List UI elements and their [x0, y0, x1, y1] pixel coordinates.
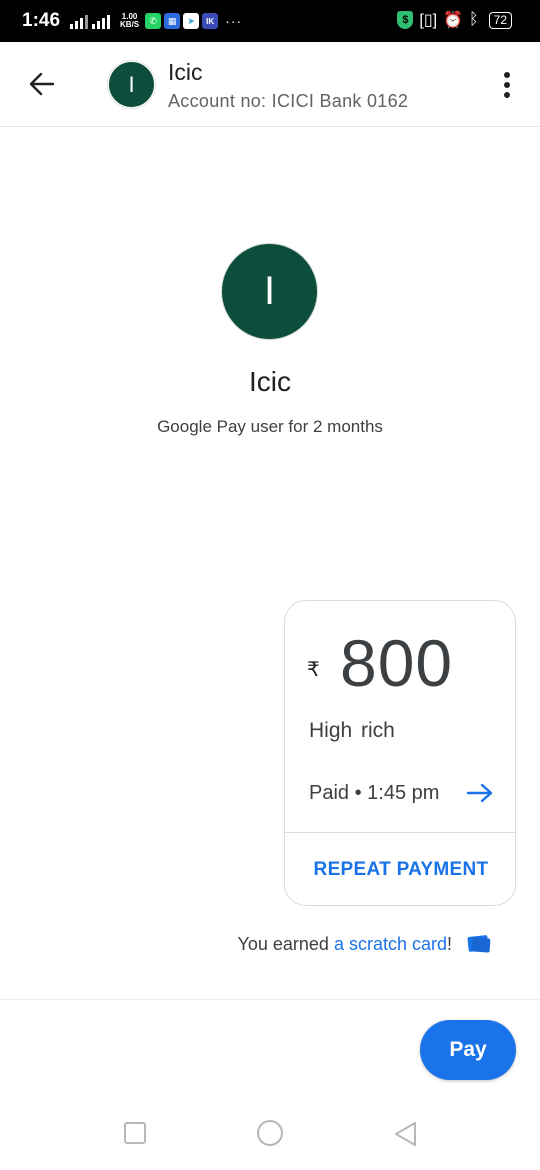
payment-status: Paid • 1:45 pm [309, 782, 440, 804]
signal-icon [70, 13, 89, 29]
bottom-divider [0, 999, 540, 1000]
payment-card[interactable]: ₹ 800 High rich Paid • 1:45 pm REPEAT PA… [284, 600, 516, 906]
vibrate-icon: [▯] [419, 12, 438, 29]
repeat-payment-button[interactable]: REPEAT PAYMENT [285, 833, 515, 905]
scratch-card-icon[interactable] [466, 933, 492, 955]
scratch-prefix: You earned [237, 933, 329, 954]
back-button[interactable] [22, 64, 62, 104]
profile-name: Icic [249, 366, 291, 397]
header-avatar[interactable]: I [108, 61, 155, 108]
back-arrow-icon [29, 72, 55, 96]
status-right: $ [▯] ⏰ ᛒ 72 [397, 10, 512, 30]
scratch-card-message: You earned a scratch card ! [238, 933, 493, 955]
battery-indicator: 72 [488, 11, 512, 29]
more-vert-icon [504, 72, 510, 78]
pay-button[interactable]: Pay [420, 1020, 516, 1080]
app-notification-icon-2: IK [202, 13, 219, 29]
scratch-card-link[interactable]: a scratch card [334, 934, 447, 955]
nav-back-icon[interactable] [392, 1120, 418, 1148]
shield-icon: $ [397, 11, 414, 29]
header-contact-name: Icic [168, 59, 203, 85]
telegram-icon: ➤ [183, 13, 200, 29]
profile-avatar[interactable]: I [222, 244, 317, 339]
status-time: 1:46 [22, 10, 61, 31]
bluetooth-icon: ᛒ [469, 11, 479, 28]
system-nav-bar [0, 1100, 540, 1170]
scratch-suffix: ! [446, 933, 452, 954]
network-speed-unit: KB/S [120, 20, 140, 29]
currency-symbol: ₹ [307, 659, 320, 681]
arrow-right-icon[interactable] [465, 781, 495, 805]
whatsapp-icon: ✆ [145, 13, 162, 29]
app-bar: I Icic Account no: ICICI Bank 0162 [0, 42, 540, 127]
app-notification-icon: ▦ [164, 13, 181, 29]
profile-subtitle: Google Pay user for 2 months [157, 417, 383, 436]
payment-note: High rich [309, 719, 395, 742]
network-speed: 1.00 KB/S [120, 13, 139, 29]
payment-amount: 800 [340, 626, 454, 700]
recents-icon[interactable] [124, 1122, 146, 1144]
more-options-button[interactable] [494, 68, 520, 102]
more-notifications-icon: ··· [225, 13, 243, 29]
home-icon[interactable] [257, 1120, 283, 1146]
alarm-icon: ⏰ [443, 12, 464, 29]
header-account-number: Account no: ICICI Bank 0162 [168, 91, 409, 111]
signal-icon-2 [92, 13, 111, 29]
status-bar: 1:46 1.00 KB/S ✆ ▦ ➤ IK ··· $ [▯] ⏰ ᛒ 72 [0, 0, 540, 42]
